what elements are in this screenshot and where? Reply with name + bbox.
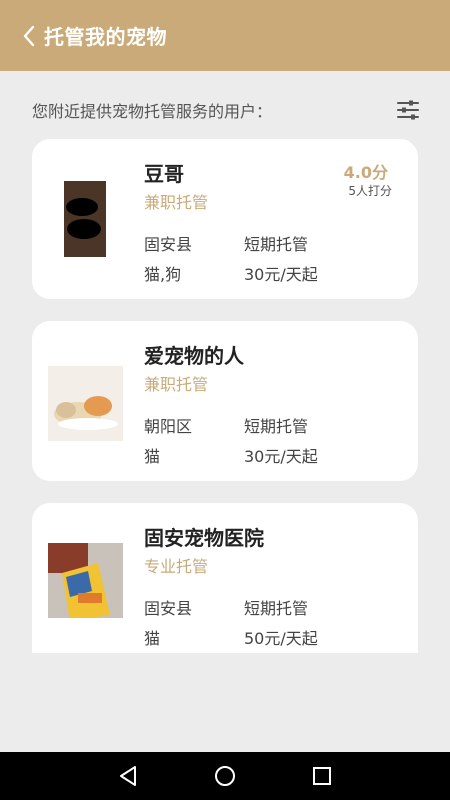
user-name: 爱宠物的人 [144,344,244,368]
location: 朝阳区 [144,417,193,436]
nearby-subtitle: 您附近提供宠物托管服务的用户： [32,102,273,121]
sliders-icon [397,100,419,120]
rating-count: 5人打分 [348,184,392,198]
nav-home-button[interactable] [211,762,239,790]
list-item[interactable]: 固安宠物医院 专业托管 固安县 短期托管 猫 50元/天起 [32,503,418,653]
service-type: 兼职托管 [144,193,209,212]
service-duration: 短期托管 [244,235,309,254]
price: 30元/天起 [244,447,318,466]
service-type: 专业托管 [144,557,209,576]
price: 50元/天起 [244,629,318,648]
pet-types: 猫 [144,629,161,648]
app-header: 托管我的宠物 [0,0,450,71]
location: 固安县 [144,235,193,254]
service-duration: 短期托管 [244,417,309,436]
chevron-left-icon [23,25,35,46]
location: 固安县 [144,599,193,618]
avatar [48,543,123,618]
system-nav-bar [0,752,450,800]
service-type: 兼职托管 [144,375,209,394]
circle-home-icon [214,766,235,786]
square-recent-icon [312,767,331,785]
user-name: 固安宠物医院 [144,526,264,550]
avatar [48,366,123,441]
price: 30元/天起 [244,265,318,284]
pet-types: 猫 [144,447,161,466]
filter-button[interactable] [396,98,420,122]
service-duration: 短期托管 [244,599,309,618]
user-name: 豆哥 [144,162,184,186]
triangle-back-icon [120,766,137,786]
nav-recent-button[interactable] [308,762,336,790]
list-item[interactable]: 豆哥 兼职托管 4.0分 5人打分 固安县 短期托管 猫,狗 30元/天起 [32,139,418,299]
nav-back-button[interactable] [114,762,142,790]
pet-types: 猫,狗 [144,265,182,284]
rating-score: 4.0分 [343,163,388,182]
subtitle-row: 您附近提供宠物托管服务的用户： [32,96,420,124]
avatar [64,181,106,257]
back-button[interactable] [18,25,40,47]
page-title: 托管我的宠物 [44,25,167,49]
list-item[interactable]: 爱宠物的人 兼职托管 朝阳区 短期托管 猫 30元/天起 [32,321,418,481]
